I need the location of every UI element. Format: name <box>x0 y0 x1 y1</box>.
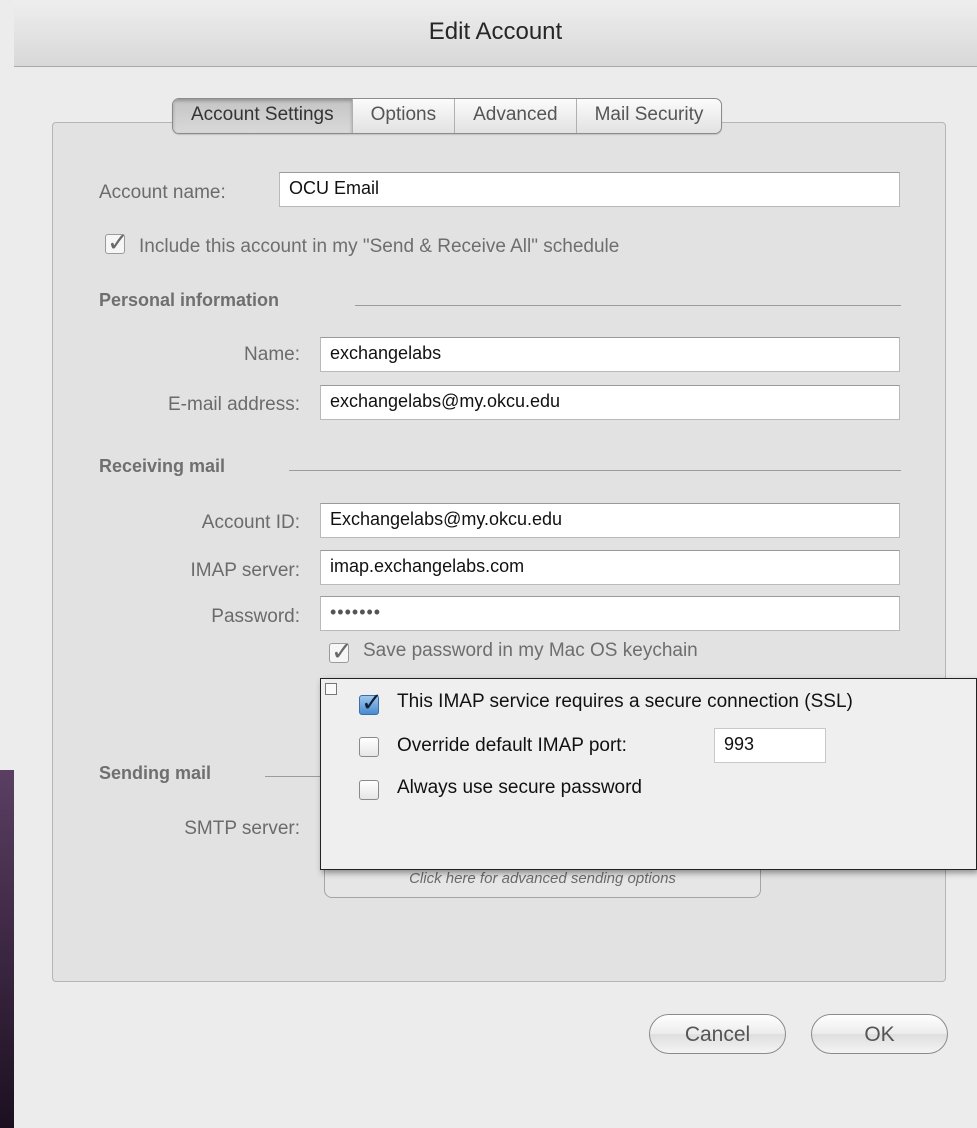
password-label: Password: <box>211 606 300 627</box>
include-schedule-checkbox[interactable] <box>105 228 129 258</box>
edit-account-window: Edit Account Account Settings Options Ad… <box>14 0 977 1128</box>
window-title: Edit Account <box>428 18 563 45</box>
tab-mail-security[interactable]: Mail Security <box>575 99 722 133</box>
imap-advanced-popup: This IMAP service requires a secure conn… <box>320 678 977 870</box>
ok-button[interactable]: OK <box>811 1014 948 1054</box>
secure-password-checkbox[interactable] <box>359 780 379 800</box>
personal-info-heading: Personal information <box>99 290 280 310</box>
smtp-server-label: SMTP server: <box>184 818 300 839</box>
account-id-field[interactable]: Exchangelabs@my.okcu.edu <box>320 503 900 538</box>
sending-mail-heading: Sending mail <box>99 763 212 783</box>
ssl-label: This IMAP service requires a secure conn… <box>397 691 853 712</box>
title-bar[interactable]: Edit Account <box>14 0 977 67</box>
ssl-checkbox[interactable] <box>359 688 383 718</box>
desktop-background-left <box>0 770 14 1128</box>
section-divider <box>289 470 901 471</box>
override-port-checkbox[interactable] <box>359 737 379 757</box>
save-keychain-label: Save password in my Mac OS keychain <box>363 640 698 661</box>
save-keychain-checkbox[interactable] <box>329 637 353 667</box>
name-field[interactable]: exchangelabs <box>320 337 900 372</box>
tab-advanced[interactable]: Advanced <box>454 99 576 133</box>
tab-account-settings[interactable]: Account Settings <box>173 99 352 133</box>
account-name-field[interactable]: OCU Email <box>279 172 900 207</box>
imap-server-field[interactable]: imap.exchangelabs.com <box>320 550 900 585</box>
include-schedule-label: Include this account in my "Send & Recei… <box>139 236 620 257</box>
name-label: Name: <box>244 344 300 365</box>
override-port-label: Override default IMAP port: <box>397 735 627 756</box>
account-name-label: Account name: <box>99 182 226 203</box>
account-id-label: Account ID: <box>201 512 300 533</box>
section-divider <box>265 776 325 777</box>
receiving-mail-heading: Receiving mail <box>99 456 226 476</box>
popup-close-icon[interactable] <box>325 683 337 695</box>
email-address-field[interactable]: exchangelabs@my.okcu.edu <box>320 385 900 420</box>
secure-password-label: Always use secure password <box>397 777 642 798</box>
email-address-label: E-mail address: <box>168 394 300 415</box>
imap-port-field[interactable]: 993 <box>714 728 826 763</box>
tab-options[interactable]: Options <box>351 99 454 133</box>
section-divider <box>355 305 901 306</box>
cancel-button[interactable]: Cancel <box>649 1014 786 1054</box>
imap-server-label: IMAP server: <box>190 560 300 581</box>
password-field[interactable]: ••••••• <box>320 596 900 631</box>
tab-bar: Account Settings Options Advanced Mail S… <box>172 98 723 134</box>
